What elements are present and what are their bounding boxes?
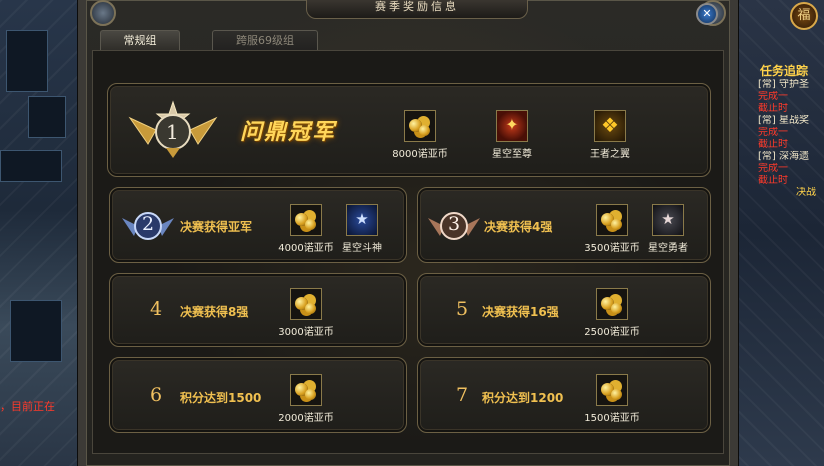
rank-condition: 决赛获得16强 bbox=[482, 305, 559, 319]
crest-icon bbox=[496, 110, 528, 142]
reward-item[interactable]: 1500诺亚币 bbox=[576, 374, 648, 424]
quest-line[interactable]: [常] 深海遗 bbox=[758, 151, 824, 163]
badge-icon bbox=[346, 204, 378, 236]
reward-label: 星空勇者 bbox=[648, 243, 688, 254]
reward-item[interactable]: 2000诺亚币 bbox=[270, 374, 342, 424]
quest-line: 完成一 bbox=[758, 127, 788, 138]
rank-condition: 积分达到1200 bbox=[482, 391, 564, 405]
game-world-left bbox=[0, 0, 90, 466]
rank-number: 3 bbox=[448, 213, 461, 235]
quest-line[interactable]: [常] 守护圣 bbox=[758, 79, 824, 91]
reward-label: 王者之翼 bbox=[590, 149, 630, 160]
season-reward-window: ✕ 赛季奖励信息 常规组 跨服69级组 1 问鼎冠军 8000诺亚币 星空至 bbox=[78, 0, 738, 466]
quest-tracker-title[interactable]: 任务追踪 bbox=[760, 62, 824, 79]
rank-number: 1 bbox=[166, 120, 179, 144]
coin-stack-icon bbox=[290, 288, 322, 320]
reward-card-rank-6: 6 积分达到1500 2000诺亚币 bbox=[109, 357, 407, 433]
rank-condition: 决赛获得8强 bbox=[180, 305, 249, 319]
reward-label: 1500诺亚币 bbox=[584, 413, 640, 424]
reward-item[interactable]: 星空勇者 bbox=[632, 204, 704, 254]
coin-stack-icon bbox=[290, 204, 322, 236]
rank-condition: 决赛获得亚军 bbox=[180, 220, 253, 234]
reward-label: 3000诺亚币 bbox=[278, 327, 334, 338]
rank-number: 5 bbox=[456, 298, 469, 320]
ornament-icon bbox=[90, 0, 116, 26]
reward-card-rank-7: 7 积分达到1200 1500诺亚币 bbox=[417, 357, 711, 433]
quest-line: 完成一 bbox=[758, 163, 788, 174]
reward-label: 星空斗神 bbox=[342, 243, 382, 254]
reward-item[interactable]: 星空至尊 bbox=[476, 110, 548, 160]
tab-cross-server-group[interactable]: 跨服69级组 bbox=[212, 30, 318, 51]
rank-number: 6 bbox=[150, 384, 163, 406]
chat-message-fragment: ，目前正在 bbox=[0, 400, 55, 413]
reward-card-rank-2: 2 决赛获得亚军 4000诺亚币 星空斗神 bbox=[109, 187, 407, 263]
champion-title: 问鼎冠军 bbox=[240, 120, 337, 145]
quest-tracker[interactable]: 任务追踪 [常] 守护圣 完成一 截止时 [常] 星战奖 完成一 截止时 [常]… bbox=[752, 62, 824, 199]
reward-card-rank-5: 5 决赛获得16强 2500诺亚币 bbox=[417, 273, 711, 347]
reward-label: 2500诺亚币 bbox=[584, 327, 640, 338]
reward-panel: 1 问鼎冠军 8000诺亚币 星空至尊 王者之翼 2 决赛获得亚军 bbox=[92, 50, 724, 454]
coin-stack-icon bbox=[596, 204, 628, 236]
reward-card-champion: 1 问鼎冠军 8000诺亚币 星空至尊 王者之翼 bbox=[107, 83, 711, 177]
building bbox=[6, 30, 48, 92]
badge-icon bbox=[652, 204, 684, 236]
rank-number: 7 bbox=[456, 384, 469, 406]
rank-condition: 积分达到1500 bbox=[180, 391, 262, 405]
quest-line: 截止时 bbox=[758, 103, 788, 114]
reward-card-rank-3: 3 决赛获得4强 3500诺亚币 星空勇者 bbox=[417, 187, 711, 263]
rank-number: 4 bbox=[150, 298, 163, 320]
coin-stack-icon bbox=[596, 288, 628, 320]
wings-icon bbox=[594, 110, 626, 142]
coin-stack-icon bbox=[596, 374, 628, 406]
close-icon[interactable]: ✕ bbox=[696, 3, 718, 25]
quest-line[interactable]: 决战 bbox=[796, 187, 824, 199]
quest-line: 截止时 bbox=[758, 139, 788, 150]
building bbox=[28, 96, 66, 138]
reward-card-rank-4: 4 决赛获得8强 3000诺亚币 bbox=[109, 273, 407, 347]
building bbox=[0, 150, 62, 182]
tab-regular-group[interactable]: 常规组 bbox=[100, 30, 180, 51]
quest-line: 完成一 bbox=[758, 91, 788, 102]
ornament-icon: ✕ bbox=[696, 0, 726, 26]
reward-item[interactable]: 星空斗神 bbox=[326, 204, 398, 254]
quest-line[interactable]: [常] 星战奖 bbox=[758, 115, 824, 127]
reward-label: 星空至尊 bbox=[492, 149, 532, 160]
reward-label: 2000诺亚币 bbox=[278, 413, 334, 424]
reward-label: 8000诺亚币 bbox=[392, 149, 448, 160]
rank-condition: 决赛获得4强 bbox=[484, 220, 553, 234]
rank-number: 2 bbox=[142, 213, 155, 235]
reward-item[interactable]: 3000诺亚币 bbox=[270, 288, 342, 338]
building bbox=[10, 300, 62, 362]
reward-item[interactable]: 2500诺亚币 bbox=[576, 288, 648, 338]
reward-item[interactable]: 王者之翼 bbox=[574, 110, 646, 160]
coin-stack-icon bbox=[290, 374, 322, 406]
reward-item[interactable]: 8000诺亚币 bbox=[384, 110, 456, 160]
coin-stack-icon bbox=[404, 110, 436, 142]
fortune-icon[interactable]: 福 bbox=[790, 2, 818, 30]
window-title: 赛季奖励信息 bbox=[306, 0, 528, 19]
quest-line: 截止时 bbox=[758, 175, 788, 186]
